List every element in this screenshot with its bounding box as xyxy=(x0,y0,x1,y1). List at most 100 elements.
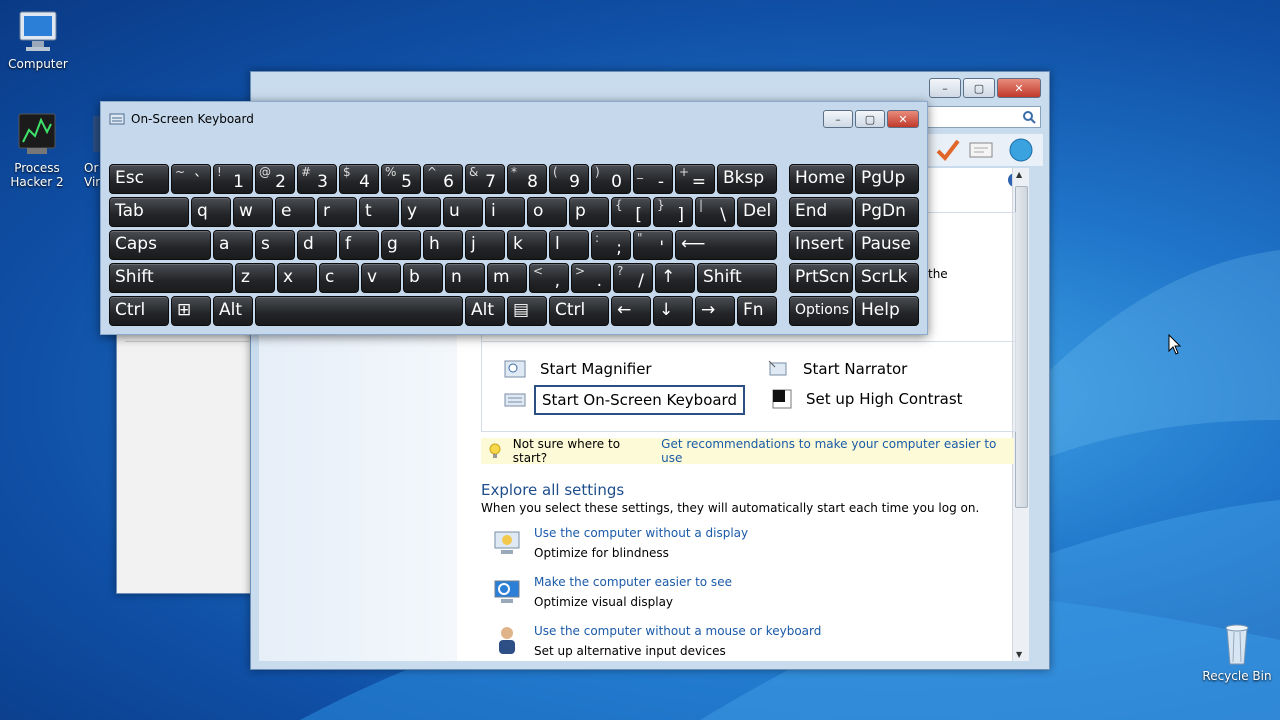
maximize-button[interactable]: ▢ xyxy=(963,78,995,98)
key-caps[interactable]: Caps xyxy=(109,230,211,260)
key-`[interactable]: ~ ` xyxy=(171,164,211,194)
key-t[interactable]: t xyxy=(359,197,399,227)
scrollbar-thumb[interactable] xyxy=(1015,186,1028,508)
key-3[interactable]: #3 xyxy=(297,164,337,194)
key-w[interactable]: w xyxy=(233,197,273,227)
key-j[interactable]: j xyxy=(465,230,505,260)
key-→[interactable]: → xyxy=(695,296,735,326)
key-↑[interactable]: ↑ xyxy=(655,263,695,293)
key-s[interactable]: s xyxy=(255,230,295,260)
key-v[interactable]: v xyxy=(361,263,401,293)
osk-minimize-button[interactable]: – xyxy=(823,110,853,128)
key-2[interactable]: @2 xyxy=(255,164,295,194)
recycle-bin-desktop-icon[interactable]: Recycle Bin xyxy=(1199,620,1275,683)
key-7[interactable]: & 7 xyxy=(465,164,505,194)
key-8[interactable]: * 8 xyxy=(507,164,547,194)
key-/[interactable]: ? / xyxy=(613,263,653,293)
scroll-down-icon[interactable]: ▼ xyxy=(1016,650,1022,659)
key-pause[interactable]: Pause xyxy=(855,230,919,260)
key-i[interactable]: i xyxy=(485,197,525,227)
key-][interactable]: }] xyxy=(653,197,693,227)
key-shift[interactable]: Shift xyxy=(697,263,777,293)
key-help[interactable]: Help xyxy=(855,296,919,326)
key-h[interactable]: h xyxy=(423,230,463,260)
key-0[interactable]: ) 0 xyxy=(591,164,631,194)
start-magnifier-item[interactable]: Start Magnifier xyxy=(504,359,652,379)
key--[interactable]: _ - xyxy=(633,164,673,194)
key-g[interactable]: g xyxy=(381,230,421,260)
key-q[interactable]: q xyxy=(191,197,231,227)
key-end[interactable]: End xyxy=(789,197,853,227)
key-del[interactable]: Del xyxy=(737,197,777,227)
key-4[interactable]: $4 xyxy=(339,164,379,194)
key-[[interactable]: {[ xyxy=(611,197,651,227)
key-▤[interactable]: ▤ xyxy=(507,296,547,326)
minimize-button[interactable]: – xyxy=(929,78,961,98)
key-\[interactable]: | \ xyxy=(695,197,735,227)
key-6[interactable]: ^ 6 xyxy=(423,164,463,194)
search-input[interactable] xyxy=(927,106,1041,128)
key-esc[interactable]: Esc xyxy=(109,164,169,194)
key-c[interactable]: c xyxy=(319,263,359,293)
osk-maximize-button[interactable]: ▢ xyxy=(855,110,885,128)
setting-link[interactable]: Make the computer easier to see xyxy=(534,575,732,589)
key-options[interactable]: Options xyxy=(789,296,853,326)
key-z[interactable]: z xyxy=(235,263,275,293)
key-space[interactable] xyxy=(255,296,463,326)
key-alt[interactable]: Alt xyxy=(465,296,505,326)
key-⟵[interactable]: ⟵ xyxy=(675,230,777,260)
key-1[interactable]: ! 1 xyxy=(213,164,253,194)
process-hacker-desktop-icon[interactable]: Process Hacker 2 xyxy=(0,112,75,189)
setting-link[interactable]: Use the computer without a mouse or keyb… xyxy=(534,624,821,638)
check-icon[interactable] xyxy=(935,138,961,162)
key-p[interactable]: p xyxy=(569,197,609,227)
key-home[interactable]: Home xyxy=(789,164,853,194)
key-ctrl[interactable]: Ctrl xyxy=(549,296,609,326)
key-x[interactable]: x xyxy=(277,263,317,293)
key-=[interactable]: + = xyxy=(675,164,715,194)
message-icon[interactable] xyxy=(969,140,993,160)
key-←[interactable]: ← xyxy=(611,296,651,326)
key-.[interactable]: >. xyxy=(571,263,611,293)
key-alt[interactable]: Alt xyxy=(213,296,253,326)
key-ctrl[interactable]: Ctrl xyxy=(109,296,169,326)
key-b[interactable]: b xyxy=(403,263,443,293)
key-9[interactable]: (9 xyxy=(549,164,589,194)
osk-close-button[interactable]: ✕ xyxy=(887,110,919,128)
key-insert[interactable]: Insert xyxy=(789,230,853,260)
key-m[interactable]: m xyxy=(487,263,527,293)
key-'[interactable]: " ' xyxy=(633,230,673,260)
key-tab[interactable]: Tab xyxy=(109,197,189,227)
close-button[interactable]: ✕ xyxy=(997,78,1041,98)
key-;[interactable]: :; xyxy=(591,230,631,260)
key-pgdn[interactable]: PgDn xyxy=(855,197,919,227)
globe-icon[interactable] xyxy=(1007,137,1035,163)
high-contrast-item[interactable]: Set up High Contrast xyxy=(772,389,963,409)
key-d[interactable]: d xyxy=(297,230,337,260)
start-osk-item[interactable]: Start On-Screen Keyboard xyxy=(504,385,745,415)
key-f[interactable]: f xyxy=(339,230,379,260)
key-fn[interactable]: Fn xyxy=(737,296,777,326)
key-,[interactable]: <, xyxy=(529,263,569,293)
recommendations-link[interactable]: Get recommendations to make your compute… xyxy=(661,437,1014,465)
key-n[interactable]: n xyxy=(445,263,485,293)
computer-desktop-icon[interactable]: Computer xyxy=(0,8,76,71)
key-shift[interactable]: Shift xyxy=(109,263,233,293)
key-bksp[interactable]: Bksp xyxy=(717,164,777,194)
key-⊞[interactable]: ⊞ xyxy=(171,296,211,326)
key-scrlk[interactable]: ScrLk xyxy=(855,263,919,293)
start-narrator-item[interactable]: Start Narrator xyxy=(767,359,907,379)
scroll-up-icon[interactable]: ▲ xyxy=(1016,170,1022,179)
key-e[interactable]: e xyxy=(275,197,315,227)
key-o[interactable]: o xyxy=(527,197,567,227)
setting-link[interactable]: Use the computer without a display xyxy=(534,526,748,540)
key-r[interactable]: r xyxy=(317,197,357,227)
key-↓[interactable]: ↓ xyxy=(653,296,693,326)
key-y[interactable]: y xyxy=(401,197,441,227)
key-a[interactable]: a xyxy=(213,230,253,260)
key-l[interactable]: l xyxy=(549,230,589,260)
key-u[interactable]: u xyxy=(443,197,483,227)
key-pgup[interactable]: PgUp xyxy=(855,164,919,194)
key-prtscn[interactable]: PrtScn xyxy=(789,263,853,293)
key-k[interactable]: k xyxy=(507,230,547,260)
